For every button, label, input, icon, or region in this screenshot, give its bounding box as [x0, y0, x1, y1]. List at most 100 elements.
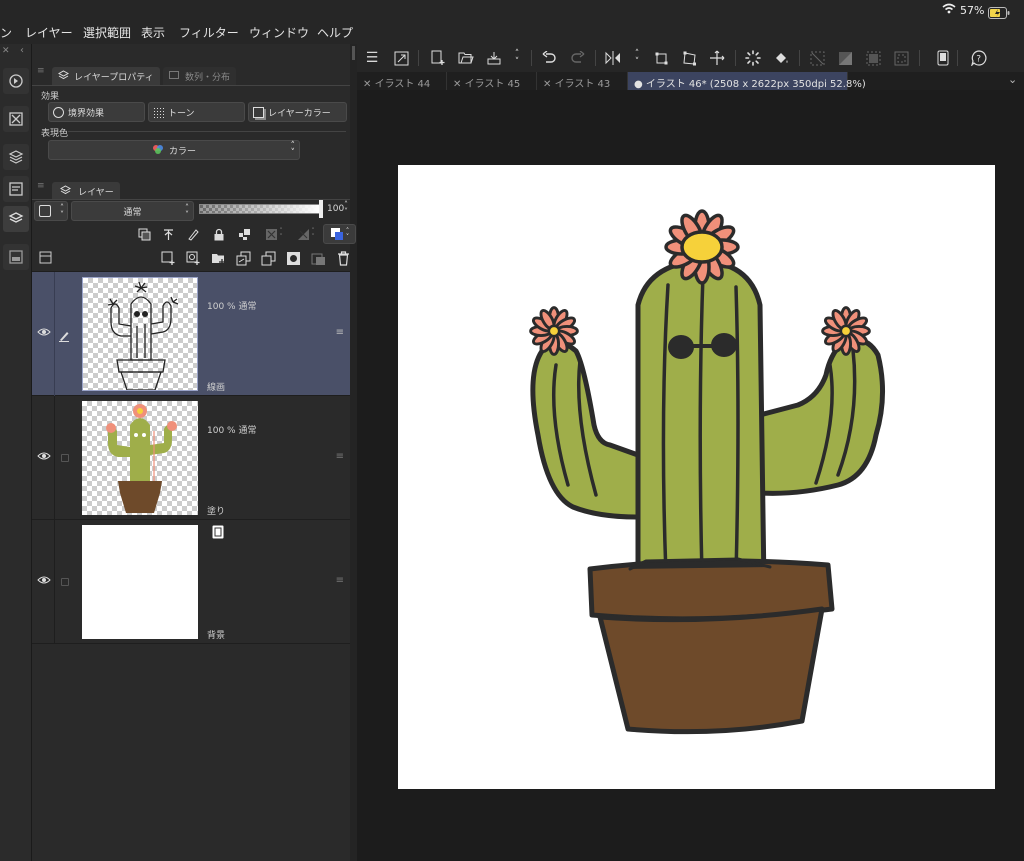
layer-row-fill[interactable]: 100 % 通常 塗り ≡ — [32, 396, 350, 520]
layer-mask-icon[interactable] — [285, 250, 301, 266]
layers-icon[interactable] — [3, 206, 29, 232]
collapse-icon[interactable]: ✕ — [2, 46, 10, 56]
layer-name[interactable]: 塗り — [207, 504, 225, 517]
drag-handle-icon[interactable]: ≡ — [336, 451, 344, 462]
pen-edit-icon[interactable] — [58, 327, 70, 346]
help-icon[interactable]: ? — [969, 48, 989, 68]
save-stepper-icon[interactable]: ˄ ˅ — [507, 48, 527, 68]
smartphone-icon[interactable] — [933, 48, 953, 68]
undo-icon[interactable] — [539, 48, 559, 68]
clip-below-icon[interactable] — [137, 227, 151, 241]
tab-layer-property[interactable]: レイヤープロパティ — [52, 67, 160, 85]
border-effect-button[interactable]: 境界効果 — [48, 102, 145, 122]
merge-down-icon[interactable] — [260, 250, 276, 266]
new-vector-layer-icon[interactable] — [185, 250, 201, 266]
mask-enable-icon[interactable]: ˄ ˅ — [261, 226, 287, 242]
chevron-down-icon[interactable]: ⌄ — [1008, 73, 1017, 86]
expression-color-select[interactable]: カラー ˄ ˅ — [48, 140, 300, 160]
splitter-grip[interactable] — [352, 46, 355, 60]
transfer-layer-icon[interactable] — [235, 250, 251, 266]
tab-layer[interactable]: レイヤー — [52, 182, 120, 200]
loading-icon[interactable] — [743, 48, 763, 68]
tab-sequence-distribution[interactable]: 数列・分布 — [163, 67, 237, 85]
stepper-icon[interactable]: ˄ ˅ — [344, 201, 348, 216]
layer-color-button[interactable]: レイヤーカラー — [248, 102, 347, 122]
draft-layer-icon[interactable] — [186, 227, 200, 241]
save-icon[interactable] — [484, 48, 504, 68]
menu-item-view[interactable]: 表示 — [141, 24, 165, 41]
layer-name[interactable]: 背景 — [207, 628, 225, 641]
drag-handle-icon[interactable]: ≡ — [336, 327, 344, 338]
menu-item-partial[interactable]: ン — [0, 24, 12, 41]
panel-menu-icon[interactable] — [38, 250, 52, 264]
delete-layer-icon[interactable] — [335, 250, 351, 266]
menu-item-layer[interactable]: レイヤー — [25, 24, 73, 41]
drawing-canvas[interactable] — [398, 165, 995, 789]
ruler-enable-icon[interactable]: ˄ ˅ — [293, 226, 319, 242]
layer-type-select[interactable]: ˄ ˅ — [34, 201, 68, 221]
redo-icon[interactable] — [567, 48, 587, 68]
lock-icon[interactable] — [212, 227, 226, 241]
new-canvas-icon[interactable] — [428, 48, 448, 68]
invert-selection-icon[interactable] — [835, 48, 855, 68]
sub-view-icon[interactable] — [3, 176, 29, 202]
opacity-value[interactable]: 100 — [327, 204, 344, 214]
layer-search-icon[interactable] — [3, 144, 29, 170]
open-icon[interactable] — [456, 48, 476, 68]
menu-icon[interactable]: ☰ — [362, 48, 382, 68]
eye-icon[interactable] — [37, 327, 51, 340]
wifi-icon — [942, 3, 956, 17]
opacity-slider-handle[interactable] — [319, 200, 323, 218]
edit-target-checkbox[interactable] — [61, 454, 69, 462]
doc-tab-label: イラスト 45 — [464, 79, 521, 90]
tone-button[interactable]: トーン — [148, 102, 245, 122]
doc-tab[interactable]: ✕ イラスト 45 — [447, 72, 537, 90]
close-icon[interactable]: ✕ — [363, 79, 375, 90]
layer-name[interactable]: 線画 — [207, 380, 225, 393]
lock-transparency-icon[interactable] — [237, 227, 251, 241]
doc-tab-active[interactable]: ● イラスト 46* (2508 x 2622px 350dpi 52.8%) — [628, 72, 866, 90]
menu-item-help[interactable]: ヘルプ — [317, 24, 353, 41]
reference-layer-icon[interactable] — [161, 227, 175, 241]
layer-row-background[interactable]: 背景 ≡ — [32, 520, 350, 644]
deselect-icon[interactable] — [807, 48, 827, 68]
opacity-slider[interactable] — [199, 204, 320, 214]
shrink-selection-icon[interactable] — [891, 48, 911, 68]
panel-grip-icon[interactable]: ≡ — [37, 66, 45, 76]
menu-item-window[interactable]: ウィンドウ — [249, 24, 309, 41]
doc-tab[interactable]: ✕ イラスト 44 — [357, 72, 447, 90]
transform-icon[interactable] — [3, 106, 29, 132]
fit-view-icon[interactable] — [391, 48, 411, 68]
edit-target-checkbox[interactable] — [61, 578, 69, 586]
eye-icon[interactable] — [37, 451, 51, 464]
close-icon[interactable]: ✕ — [453, 79, 465, 90]
scale-rotate-icon[interactable] — [651, 48, 671, 68]
expression-color-value: カラー — [168, 146, 196, 157]
status-bar: 57% — [0, 0, 1024, 20]
menu-item-selection[interactable]: 選択範囲 — [83, 24, 131, 41]
blend-mode-select[interactable]: 通常 ˄ ˅ — [71, 201, 194, 221]
panel-grip-icon[interactable]: ≡ — [37, 181, 45, 191]
doc-tab[interactable]: ✕ イラスト 43 — [537, 72, 628, 90]
drag-handle-icon[interactable]: ≡ — [336, 575, 344, 586]
menu-item-filter[interactable]: フィルター — [179, 24, 239, 41]
new-raster-layer-icon[interactable] — [160, 250, 176, 266]
free-transform-icon[interactable] — [679, 48, 699, 68]
chevron-left-icon[interactable]: ‹ — [20, 45, 24, 56]
effect-label: 効果 — [41, 92, 60, 102]
eye-icon[interactable] — [37, 575, 51, 588]
panel-splitter[interactable] — [350, 44, 357, 861]
material-icon[interactable] — [3, 244, 29, 270]
flip-horizontal-icon[interactable] — [603, 48, 623, 68]
new-folder-icon[interactable] — [210, 250, 226, 266]
expand-selection-icon[interactable] — [863, 48, 883, 68]
layer-color-swatch[interactable]: ˄ ˅ — [323, 224, 356, 244]
divider — [957, 50, 958, 66]
fill-icon[interactable] — [771, 48, 791, 68]
move-layer-icon[interactable] — [707, 48, 727, 68]
navigator-icon[interactable] — [3, 68, 29, 94]
flip-stepper-icon[interactable]: ˄ ˅ — [627, 48, 647, 68]
close-icon[interactable]: ✕ — [543, 79, 555, 90]
layer-row-lineart[interactable]: 100 % 通常 線画 ≡ — [32, 272, 350, 396]
apply-mask-icon[interactable] — [310, 250, 326, 266]
